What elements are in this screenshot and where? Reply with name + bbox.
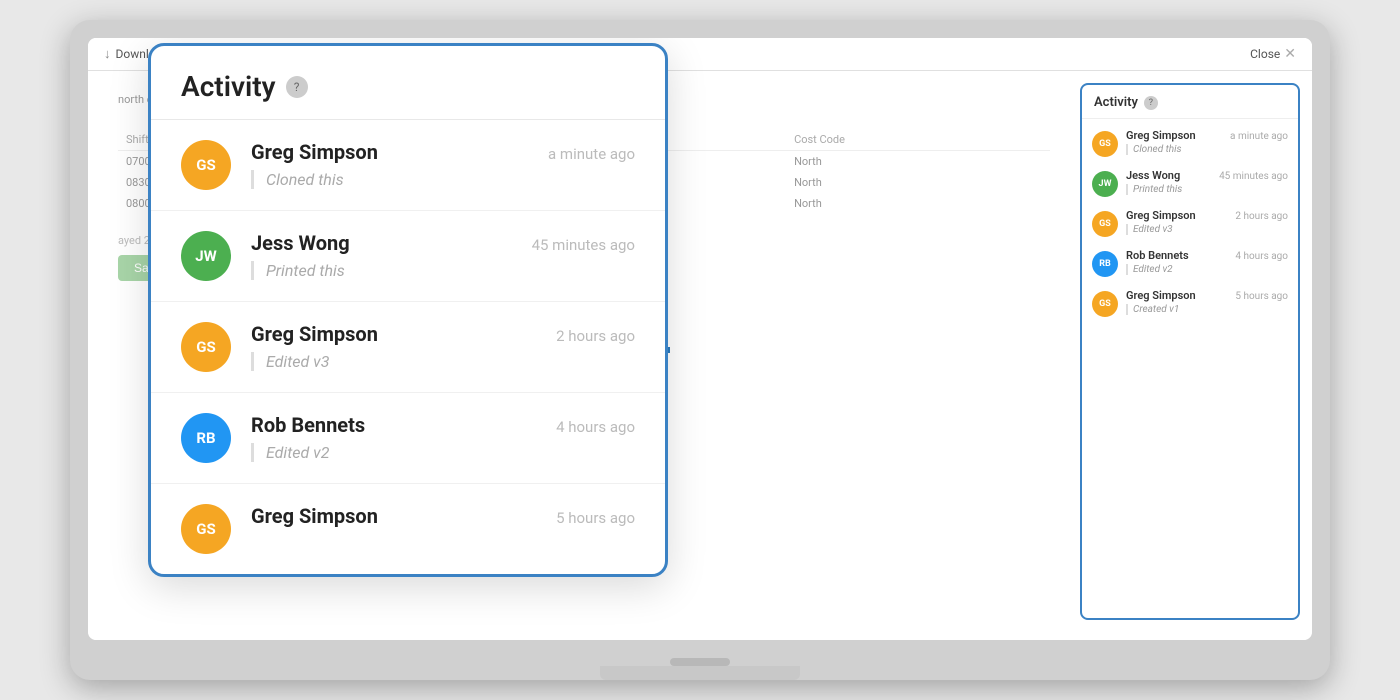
avatar: GS — [1092, 131, 1118, 157]
large-panel-title: Activity — [181, 70, 276, 103]
activity-time: 2 hours ago — [556, 327, 635, 345]
activity-action: Edited v2 — [251, 443, 635, 462]
large-activity-panel: Activity ? GS Greg Simpson a minute ago … — [148, 43, 668, 577]
activity-time: 5 hours ago — [1235, 291, 1288, 302]
user-name: Greg Simpson — [251, 504, 378, 528]
large-panel-activity-item: GS Greg Simpson 2 hours ago Edited v3 — [151, 302, 665, 393]
right-panel-activity-item: RB Rob Bennets 4 hours ago Edited v2 — [1082, 243, 1298, 283]
activity-action: Printed this — [1126, 184, 1288, 195]
col-cost-code: Cost Code — [786, 129, 1050, 151]
avatar: GS — [181, 504, 231, 554]
activity-action: Created v1 — [1126, 304, 1288, 315]
right-activity-panel: Activity ? GS Greg Simpson a minute ago … — [1080, 83, 1300, 620]
avatar: GS — [1092, 211, 1118, 237]
avatar: GS — [181, 322, 231, 372]
activity-action: Edited v2 — [1126, 264, 1288, 275]
avatar: RB — [181, 413, 231, 463]
avatar: RB — [1092, 251, 1118, 277]
activity-action: Edited v3 — [1126, 224, 1288, 235]
large-panel-header: Activity ? — [151, 46, 665, 120]
right-panel-header: Activity ? — [1082, 85, 1298, 119]
activity-time: 45 minutes ago — [532, 236, 635, 254]
activity-time: a minute ago — [548, 145, 635, 163]
close-icon: ✕ — [1284, 46, 1296, 62]
activity-time: 45 minutes ago — [1219, 171, 1288, 182]
activity-action: Edited v3 — [251, 352, 635, 371]
activity-time: 4 hours ago — [1235, 251, 1288, 262]
right-panel-activity-item: GS Greg Simpson 5 hours ago Created v1 — [1082, 283, 1298, 323]
right-panel-activity-item: GS Greg Simpson a minute ago Cloned this — [1082, 123, 1298, 163]
activity-time: 4 hours ago — [556, 418, 635, 436]
large-panel-help-icon[interactable]: ? — [286, 76, 308, 98]
laptop-screen: ↓ Download PDF ✉ Send PDF ⎘ Clone Close … — [88, 38, 1312, 640]
large-panel-activity-item: RB Rob Bennets 4 hours ago Edited v2 — [151, 393, 665, 484]
right-panel-help-icon[interactable]: ? — [1144, 96, 1158, 110]
laptop-shell: ↓ Download PDF ✉ Send PDF ⎘ Clone Close … — [70, 20, 1330, 680]
laptop-notch — [670, 658, 730, 666]
close-button[interactable]: Close ✕ — [1250, 46, 1296, 62]
right-panel-title: Activity — [1094, 95, 1138, 110]
user-name: Greg Simpson — [251, 140, 378, 164]
user-name: Greg Simpson — [1126, 289, 1196, 302]
user-name: Rob Bennets — [251, 413, 365, 437]
activity-action: Printed this — [251, 261, 635, 280]
avatar: JW — [181, 231, 231, 281]
screen-content: ↓ Download PDF ✉ Send PDF ⎘ Clone Close … — [88, 38, 1312, 640]
user-name: Greg Simpson — [1126, 129, 1196, 142]
activity-time: 5 hours ago — [556, 509, 635, 527]
user-name: Greg Simpson — [1126, 209, 1196, 222]
activity-action: Cloned this — [1126, 144, 1288, 155]
avatar: GS — [181, 140, 231, 190]
user-name: Jess Wong — [251, 231, 350, 255]
avatar: GS — [1092, 291, 1118, 317]
activity-time: 2 hours ago — [1235, 211, 1288, 222]
right-panel-activity-item: GS Greg Simpson 2 hours ago Edited v3 — [1082, 203, 1298, 243]
user-name: Jess Wong — [1126, 169, 1180, 182]
download-icon: ↓ — [104, 46, 111, 62]
large-panel-activity-item: GS Greg Simpson 5 hours ago — [151, 484, 665, 574]
activity-action: Cloned this — [251, 170, 635, 189]
user-name: Greg Simpson — [251, 322, 378, 346]
large-panel-activity-item: JW Jess Wong 45 minutes ago Printed this — [151, 211, 665, 302]
avatar: JW — [1092, 171, 1118, 197]
large-panel-activity-item: GS Greg Simpson a minute ago Cloned this — [151, 120, 665, 211]
laptop-base — [600, 666, 800, 680]
right-panel-items: GS Greg Simpson a minute ago Cloned this… — [1082, 119, 1298, 327]
right-panel-activity-item: JW Jess Wong 45 minutes ago Printed this — [1082, 163, 1298, 203]
large-panel-items: GS Greg Simpson a minute ago Cloned this… — [151, 120, 665, 574]
activity-time: a minute ago — [1230, 131, 1288, 142]
user-name: Rob Bennets — [1126, 249, 1189, 262]
